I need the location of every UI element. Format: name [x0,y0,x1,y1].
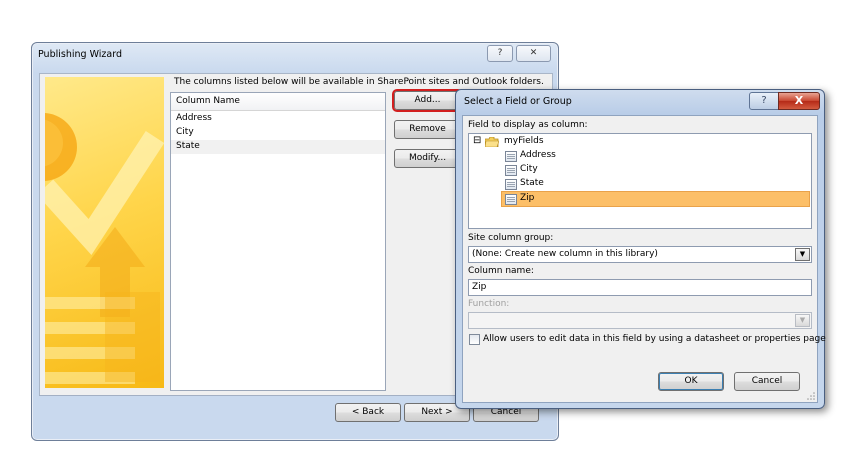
tree-item-selected[interactable]: Zip [501,191,810,207]
wizard-description: The columns listed below will be availab… [174,77,544,87]
tree-item-label: Address [520,150,556,160]
select-field-dialog: Select a Field or Group ? X Field to dis… [455,89,826,409]
help-button[interactable]: ? [487,45,513,62]
add-button[interactable]: Add... [392,89,463,112]
folder-icon [484,136,500,148]
modify-button[interactable]: Modify... [394,149,461,168]
dialog-title: Select a Field or Group [464,96,572,107]
tree-root-row[interactable]: ⊟ myFields [469,135,811,149]
column-name-header-label: Column Name [176,96,240,106]
tree-item[interactable]: Address [469,149,811,163]
field-to-display-label: Field to display as column: [468,120,588,130]
field-icon [505,165,517,176]
field-icon [505,194,517,205]
tree-item-label: City [520,164,538,174]
ok-button[interactable]: OK [658,372,724,391]
dropdown-arrow-icon: ▼ [795,314,810,327]
site-column-group-label: Site column group: [468,233,554,243]
field-icon [505,179,517,190]
site-column-group-value: (None: Create new column in this library… [472,249,658,259]
column-name-input[interactable]: Zip [468,279,812,296]
list-item[interactable]: Address [171,112,385,126]
list-item-label: City [176,127,194,137]
function-label: Function: [468,299,510,309]
wizard-banner-image [45,77,164,388]
back-button[interactable]: < Back [335,403,401,422]
tree-item-label: State [520,178,544,188]
dialog-content: Field to display as column: ⊟ myFields A… [462,115,826,403]
column-name-label: Column name: [468,266,534,276]
column-name-header[interactable]: Column Name [171,93,385,111]
tree-item[interactable]: State [469,177,811,191]
columns-list[interactable]: Column Name Address City State [170,92,386,391]
allow-edit-checkbox[interactable] [469,334,480,345]
dialog-close-button[interactable]: X [778,92,820,110]
list-item-label: State [176,141,200,151]
list-item-label: Address [176,113,212,123]
site-column-group-select[interactable]: (None: Create new column in this library… [468,246,812,263]
list-item[interactable]: City [171,126,385,140]
window-title: Publishing Wizard [38,49,122,60]
cancel-button[interactable]: Cancel [734,372,800,391]
field-tree[interactable]: ⊟ myFields Address City State Zip [468,133,812,229]
column-name-value: Zip [472,282,487,292]
list-item[interactable]: State [171,140,385,154]
dialog-help-button[interactable]: ? [749,92,779,110]
dropdown-arrow-icon[interactable]: ▼ [795,248,810,261]
close-button[interactable]: ✕ [516,45,551,62]
collapse-icon[interactable]: ⊟ [473,135,481,146]
tree-item-label: Zip [520,193,535,203]
field-icon [505,151,517,162]
resize-grip-icon[interactable] [807,392,815,400]
tree-item[interactable]: City [469,163,811,177]
tree-root-label: myFields [504,136,544,146]
remove-button[interactable]: Remove [394,120,461,139]
allow-edit-label[interactable]: Allow users to edit data in this field b… [483,334,826,344]
function-select: ▼ [468,312,812,329]
